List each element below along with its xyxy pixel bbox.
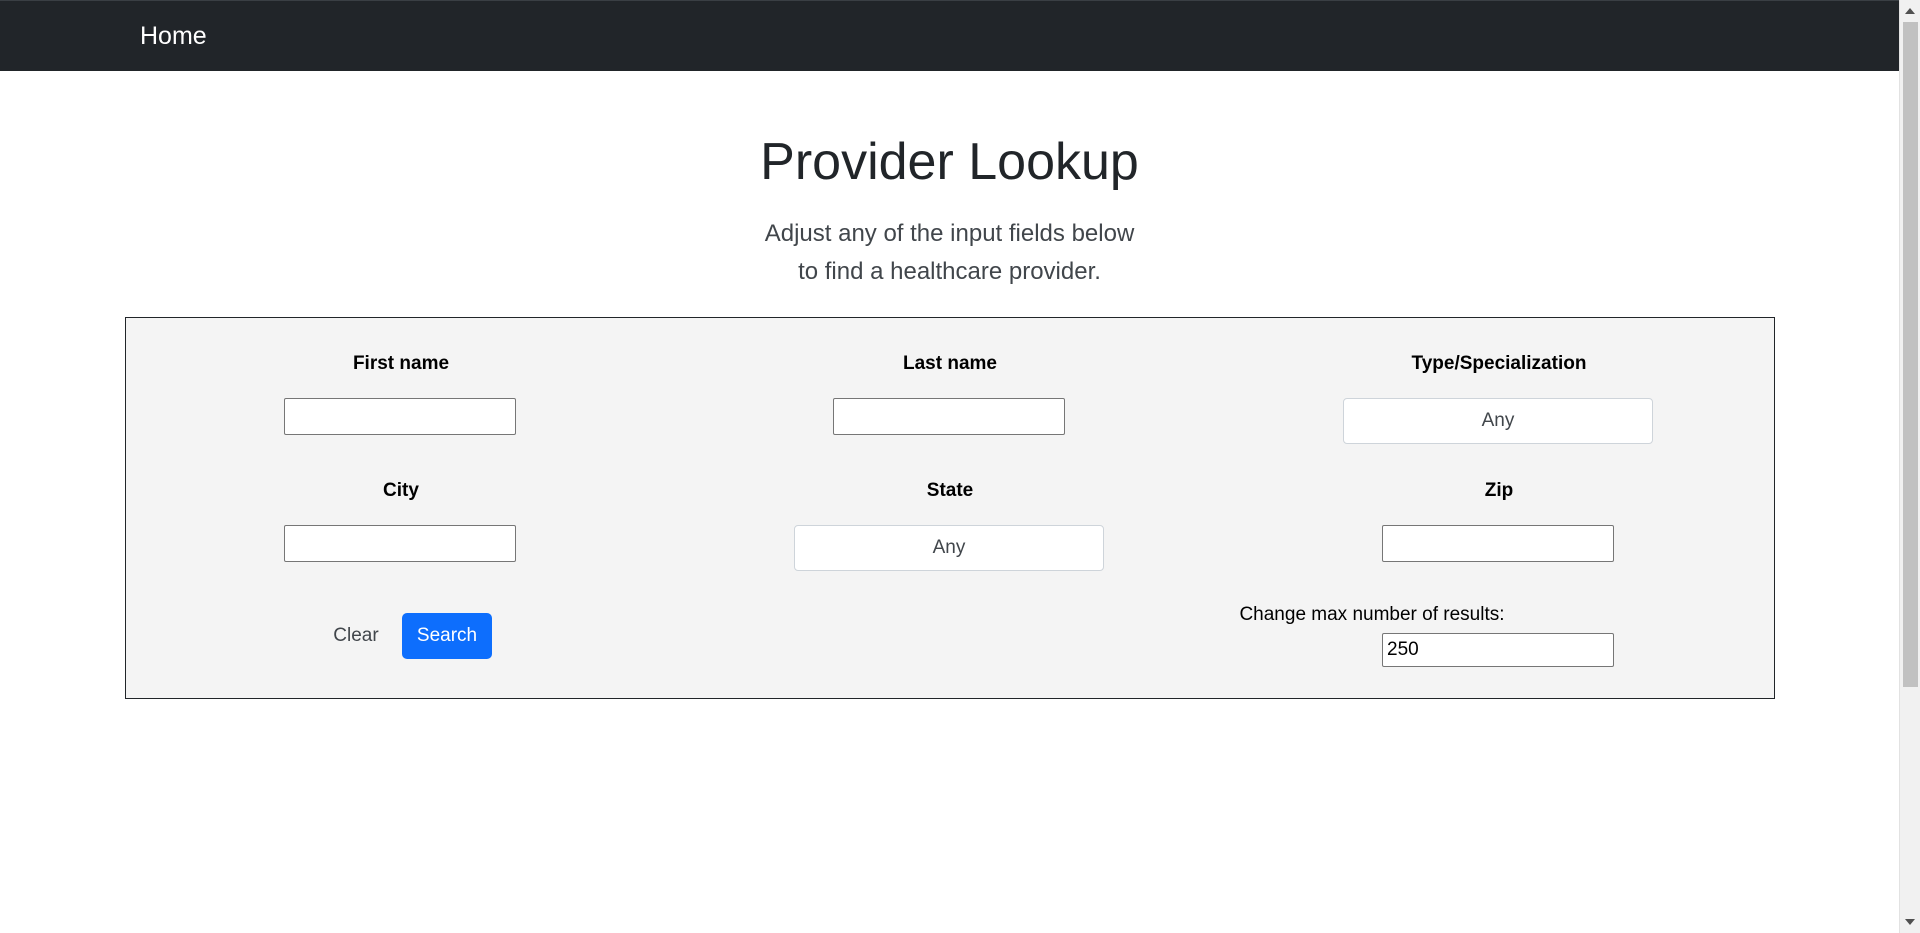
page-lead: Adjust any of the input fields below to … [0, 215, 1899, 291]
city-input[interactable] [284, 525, 516, 562]
home-link[interactable]: Home [140, 22, 207, 51]
search-button[interactable]: Search [402, 613, 492, 659]
state-label: State [926, 480, 974, 501]
max-results-label: Change max number of results: [1239, 604, 1505, 625]
max-results-input[interactable] [1382, 633, 1614, 667]
type-specialization-label: Type/Specialization [1411, 353, 1587, 374]
scroll-up-arrow-icon[interactable] [1905, 8, 1915, 14]
first-name-input[interactable] [284, 398, 516, 435]
provider-search-form: First name Last name Type/Specialization… [125, 317, 1775, 699]
scrollbar-thumb[interactable] [1903, 22, 1918, 687]
page-scrollbar[interactable] [1899, 0, 1920, 933]
type-specialization-select[interactable]: Any [1343, 398, 1653, 444]
top-navbar: Home [0, 0, 1899, 71]
zip-input[interactable] [1382, 525, 1614, 562]
state-select[interactable]: Any [794, 525, 1104, 571]
browser-viewport: Home Provider Lookup Adjust any of the i… [0, 0, 1920, 933]
first-name-label: First name [352, 353, 450, 374]
zip-label: Zip [1484, 480, 1514, 501]
clear-button[interactable]: Clear [316, 613, 396, 659]
lead-line-1: Adjust any of the input fields below [764, 220, 1135, 247]
lead-line-2: to find a healthcare provider. [798, 258, 1101, 285]
last-name-label: Last name [903, 353, 997, 374]
scroll-down-arrow-icon[interactable] [1905, 919, 1915, 925]
city-label: City [383, 480, 419, 501]
last-name-input[interactable] [833, 398, 1065, 435]
page-title: Provider Lookup [760, 133, 1139, 191]
